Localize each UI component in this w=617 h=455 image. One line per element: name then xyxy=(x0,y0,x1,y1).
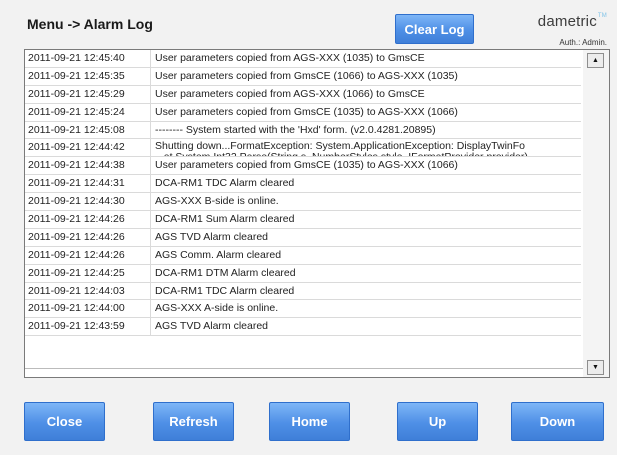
log-timestamp: 2011-09-21 12:44:03 xyxy=(25,282,151,300)
scroll-down-icon[interactable]: ▼ xyxy=(587,360,604,375)
table-row[interactable]: 2011-09-21 12:44:25 DCA-RM1 DTM Alarm cle… xyxy=(25,264,581,283)
log-timestamp: 2011-09-21 12:45:29 xyxy=(25,85,151,103)
table-row[interactable]: 2011-09-21 12:44:38 User parameters copie… xyxy=(25,157,581,176)
log-timestamp: 2011-09-21 12:44:26 xyxy=(25,211,151,228)
table-row[interactable]: 2011-09-21 12:44:26 AGS Comm. Alarm clear… xyxy=(25,246,581,265)
log-message: User parameters copied from GmsCE (1066)… xyxy=(155,69,458,82)
close-button[interactable]: Close xyxy=(24,402,105,441)
log-message: -------- System started with the 'Hxd' f… xyxy=(155,123,436,136)
log-message: AGS Comm. Alarm cleared xyxy=(155,248,282,261)
log-timestamp: 2011-09-21 12:44:30 xyxy=(25,193,151,211)
table-row[interactable]: 2011-09-21 12:45:08 -------- System start… xyxy=(25,121,581,140)
log-message: AGS-XXX A-side is online. xyxy=(155,302,279,315)
brand-logo: dametricTM xyxy=(538,13,607,30)
log-timestamp: 2011-09-21 12:44:42 xyxy=(25,139,151,157)
log-message: Shutting down...FormatException: System.… xyxy=(151,139,581,156)
log-rows: 2011-09-21 12:45:40 User parameters copie… xyxy=(25,50,581,337)
table-row[interactable]: 2011-09-21 12:44:42 Shutting down...Forma… xyxy=(25,139,581,158)
log-message: AGS-XXX B-side is online. xyxy=(155,195,279,208)
table-row[interactable]: 2011-09-21 12:45:24 User parameters copie… xyxy=(25,103,581,122)
log-timestamp: 2011-09-21 12:45:24 xyxy=(25,103,151,121)
log-message: DCA-RM1 Sum Alarm cleared xyxy=(155,213,295,226)
log-timestamp: 2011-09-21 12:43:59 xyxy=(25,318,151,336)
log-timestamp: 2011-09-21 12:44:31 xyxy=(25,175,151,193)
log-message: User parameters copied from AGS-XXX (103… xyxy=(155,52,425,64)
log-message: DCA-RM1 TDC Alarm cleared xyxy=(155,284,295,297)
log-timestamp: 2011-09-21 12:45:35 xyxy=(25,67,151,85)
log-message: DCA-RM1 TDC Alarm cleared xyxy=(155,177,295,190)
table-row[interactable]: 2011-09-21 12:45:35 User parameters copie… xyxy=(25,67,581,86)
table-row[interactable]: 2011-09-21 12:44:30 AGS-XXX B-side is onl… xyxy=(25,193,581,212)
log-timestamp: 2011-09-21 12:44:38 xyxy=(25,157,151,175)
log-message: DCA-RM1 DTM Alarm cleared xyxy=(155,266,296,279)
alarm-log-screen: Menu -> Alarm Log Clear Log dametricTM A… xyxy=(0,0,617,455)
refresh-button[interactable]: Refresh xyxy=(153,402,234,441)
brand-name: dametric xyxy=(537,13,597,30)
page-title: Menu -> Alarm Log xyxy=(27,16,153,32)
log-message: User parameters copied from GmsCE (1035)… xyxy=(155,105,458,118)
log-message: AGS TVD Alarm cleared xyxy=(155,230,269,243)
log-timestamp: 2011-09-21 12:44:00 xyxy=(25,300,151,318)
log-timestamp: 2011-09-21 12:45:40 xyxy=(25,50,151,67)
scroll-up-icon[interactable]: ▲ xyxy=(587,53,604,68)
vertical-scrollbar[interactable]: ▲ ▼ xyxy=(583,50,609,377)
log-timestamp: 2011-09-21 12:45:08 xyxy=(25,121,151,139)
table-row[interactable]: 2011-09-21 12:45:40 User parameters copie… xyxy=(25,50,581,68)
down-button[interactable]: Down xyxy=(511,402,604,441)
table-row[interactable]: 2011-09-21 12:44:31 DCA-RM1 TDC Alarm cle… xyxy=(25,175,581,194)
log-timestamp: 2011-09-21 12:44:25 xyxy=(25,264,151,282)
log-message: AGS TVD Alarm cleared xyxy=(155,320,269,333)
alarm-log-list[interactable]: 2011-09-21 12:45:40 User parameters copie… xyxy=(24,49,610,378)
log-message-line: ...at System.Int32.Parse(String s, Numbe… xyxy=(155,152,581,156)
table-row[interactable]: 2011-09-21 12:45:29 User parameters copie… xyxy=(25,85,581,104)
auth-status: Auth.: Admin. xyxy=(559,38,607,47)
table-row[interactable]: 2011-09-21 12:44:26 DCA-RM1 Sum Alarm cle… xyxy=(25,211,581,229)
log-timestamp: 2011-09-21 12:44:26 xyxy=(25,228,151,246)
log-message: User parameters copied from AGS-XXX (106… xyxy=(155,87,425,100)
table-row[interactable]: 2011-09-21 12:44:26 AGS TVD Alarm cleared xyxy=(25,228,581,247)
brand-trademark: TM xyxy=(597,13,607,19)
up-button[interactable]: Up xyxy=(397,402,478,441)
horizontal-scroll-area xyxy=(25,368,585,377)
table-row[interactable]: 2011-09-21 12:43:59 AGS TVD Alarm cleared xyxy=(25,318,581,337)
home-button[interactable]: Home xyxy=(269,402,350,441)
log-message: User parameters copied from GmsCE (1035)… xyxy=(155,159,458,172)
table-row[interactable]: 2011-09-21 12:44:00 AGS-XXX A-side is onl… xyxy=(25,300,581,319)
table-row[interactable]: 2011-09-21 12:44:03 DCA-RM1 TDC Alarm cle… xyxy=(25,282,581,301)
clear-log-button[interactable]: Clear Log xyxy=(395,14,474,44)
brand-block: dametricTM Auth.: Admin. xyxy=(523,13,607,53)
log-timestamp: 2011-09-21 12:44:26 xyxy=(25,246,151,264)
